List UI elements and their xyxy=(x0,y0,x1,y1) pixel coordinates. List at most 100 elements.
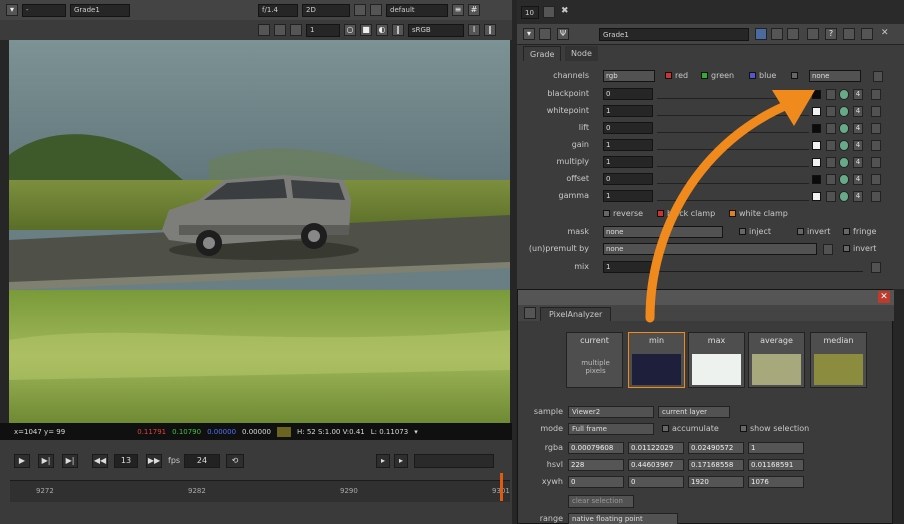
frame-field[interactable]: 13 xyxy=(114,454,138,468)
roi-icon[interactable] xyxy=(274,24,286,36)
param-value-field[interactable]: 0 xyxy=(603,88,653,100)
fast-forward-icon[interactable]: ▶▶ xyxy=(146,454,162,468)
animation-button[interactable] xyxy=(871,157,881,168)
proxy-dropdown[interactable]: sRGB xyxy=(408,23,464,37)
channel-count-button[interactable]: 4 xyxy=(853,123,863,134)
param-color-swatch[interactable] xyxy=(812,192,821,201)
loop-icon[interactable]: ⟲ xyxy=(226,454,244,468)
clip-icon[interactable] xyxy=(354,4,366,16)
animation-button[interactable] xyxy=(871,89,881,100)
xywh-x-field[interactable]: 0 xyxy=(568,476,624,488)
param-value-field[interactable]: 0 xyxy=(603,122,653,134)
param-slider[interactable] xyxy=(657,158,809,167)
channel-count-button[interactable]: 4 xyxy=(853,191,863,202)
rgba-g-field[interactable]: 0.01122029 xyxy=(628,442,684,454)
play-start-icon[interactable]: ▶ xyxy=(14,454,30,468)
go-end-icon[interactable]: ▶| xyxy=(62,454,78,468)
split-channels-button[interactable] xyxy=(826,157,836,168)
circle-icon[interactable]: ○ xyxy=(344,24,356,36)
color-wheel-icon[interactable] xyxy=(839,191,849,202)
collapse-icon[interactable]: ▾ xyxy=(523,28,535,40)
param-color-swatch[interactable] xyxy=(812,158,821,167)
help-icon[interactable]: ? xyxy=(825,28,837,40)
lock-icon[interactable] xyxy=(370,4,382,16)
pin-icon[interactable] xyxy=(543,6,555,18)
node-icon[interactable]: Ψ xyxy=(557,28,569,40)
inject-checkbox[interactable]: inject xyxy=(739,227,771,236)
tab-node[interactable]: Node xyxy=(565,46,598,61)
in-point-icon[interactable]: ▸ xyxy=(376,454,390,468)
xywh-h-field[interactable]: 1076 xyxy=(748,476,804,488)
rewind-icon[interactable]: ◀◀ xyxy=(92,454,108,468)
split-channels-button[interactable] xyxy=(826,191,836,202)
region-icon[interactable] xyxy=(290,24,302,36)
overlay-icon[interactable] xyxy=(258,24,270,36)
float-icon[interactable] xyxy=(539,28,551,40)
split-channels-button[interactable] xyxy=(826,106,836,117)
view-mode-dropdown[interactable]: 2D xyxy=(302,3,350,17)
close-all-icon[interactable]: ✖ xyxy=(561,6,569,16)
param-slider[interactable] xyxy=(657,107,809,116)
out-point-icon[interactable]: ▸ xyxy=(394,454,408,468)
frame-dropdown[interactable]: 1 xyxy=(306,23,340,37)
param-value-field[interactable]: 1 xyxy=(603,190,653,202)
tab-grade[interactable]: Grade xyxy=(523,46,562,61)
alpha-checkbox[interactable] xyxy=(791,71,801,80)
hsvl-s-field[interactable]: 0.44603967 xyxy=(628,459,684,471)
show-selection-checkbox[interactable]: show selection xyxy=(740,424,809,433)
param-value-field[interactable]: 1 xyxy=(603,139,653,151)
param-slider[interactable] xyxy=(657,90,809,99)
clear-selection-button[interactable]: clear selection xyxy=(568,495,634,508)
grid-icon[interactable]: # xyxy=(468,4,480,16)
param-color-swatch[interactable] xyxy=(812,141,821,150)
panel-menu-icon[interactable] xyxy=(524,307,536,319)
mix-slider[interactable] xyxy=(657,263,863,272)
lut-dropdown[interactable]: default xyxy=(386,3,448,17)
channel-count-button[interactable]: 4 xyxy=(853,174,863,185)
param-slider[interactable] xyxy=(657,175,809,184)
param-slider[interactable] xyxy=(657,192,809,201)
hsvl-h-field[interactable]: 228 xyxy=(568,459,624,471)
split-channels-button[interactable] xyxy=(826,123,836,134)
xywh-w-field[interactable]: 1920 xyxy=(688,476,744,488)
channel-count-button[interactable]: 4 xyxy=(853,106,863,117)
mask-icon[interactable]: ◐ xyxy=(376,24,388,36)
color-wheel-icon[interactable] xyxy=(839,89,849,100)
animation-button[interactable] xyxy=(871,140,881,151)
step-next-icon[interactable]: ▶| xyxy=(38,454,54,468)
layer-dropdown[interactable]: current layer xyxy=(658,406,730,418)
split-channels-button[interactable] xyxy=(826,89,836,100)
info-dropdown-icon[interactable]: ▾ xyxy=(414,428,418,436)
playhead[interactable] xyxy=(500,473,503,501)
sample-dropdown[interactable]: Viewer2 xyxy=(568,406,654,418)
node-name-field[interactable]: Grade1 xyxy=(599,28,749,41)
param-color-swatch[interactable] xyxy=(812,107,821,116)
input-b-dropdown[interactable]: Grade1 xyxy=(70,3,130,17)
param-value-field[interactable]: 0 xyxy=(603,173,653,185)
clone-icon[interactable] xyxy=(771,28,783,40)
close-icon[interactable]: ✕ xyxy=(881,28,889,38)
animation-button[interactable] xyxy=(871,123,881,134)
unpremult-invert-checkbox[interactable]: invert xyxy=(843,244,876,253)
channels-extra-button[interactable] xyxy=(873,71,883,82)
channels-dropdown[interactable]: rgb xyxy=(603,70,655,82)
black-clamp-checkbox[interactable]: black clamp xyxy=(657,209,715,218)
close-icon[interactable]: ✕ xyxy=(878,291,890,303)
range-dropdown[interactable]: native floating point xyxy=(568,513,678,524)
tab-pixel-analyzer[interactable]: PixelAnalyzer xyxy=(540,307,612,321)
param-color-swatch[interactable] xyxy=(812,90,821,99)
param-color-swatch[interactable] xyxy=(812,124,821,133)
color-wheel-icon[interactable] xyxy=(839,157,849,168)
channel-count-button[interactable]: 4 xyxy=(853,89,863,100)
color-icon[interactable] xyxy=(755,28,767,40)
reverse-checkbox[interactable]: reverse xyxy=(603,209,643,218)
animation-button[interactable] xyxy=(871,191,881,202)
menu-arrow-icon[interactable]: ▾ xyxy=(6,4,18,16)
animation-button[interactable] xyxy=(871,174,881,185)
ip-icon[interactable]: I xyxy=(468,24,480,36)
revert-icon[interactable] xyxy=(807,28,819,40)
rgba-b-field[interactable]: 0.02490572 xyxy=(688,442,744,454)
channel-count-button[interactable]: 4 xyxy=(853,140,863,151)
hsvl-v-field[interactable]: 0.17168558 xyxy=(688,459,744,471)
pause-display-icon[interactable]: ‖ xyxy=(484,24,496,36)
